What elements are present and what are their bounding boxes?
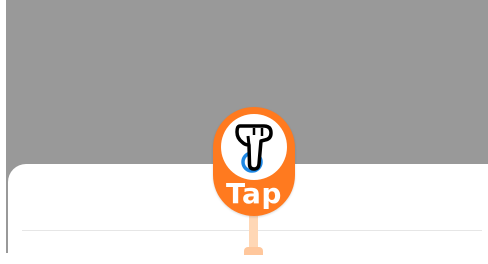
tap-label: Tap [226, 177, 282, 210]
tap-indicator: Tap [213, 107, 295, 216]
pointing-hand-icon [235, 124, 273, 173]
tap-icon-circle [221, 114, 287, 180]
tap-indicator-tail-end [244, 247, 263, 255]
